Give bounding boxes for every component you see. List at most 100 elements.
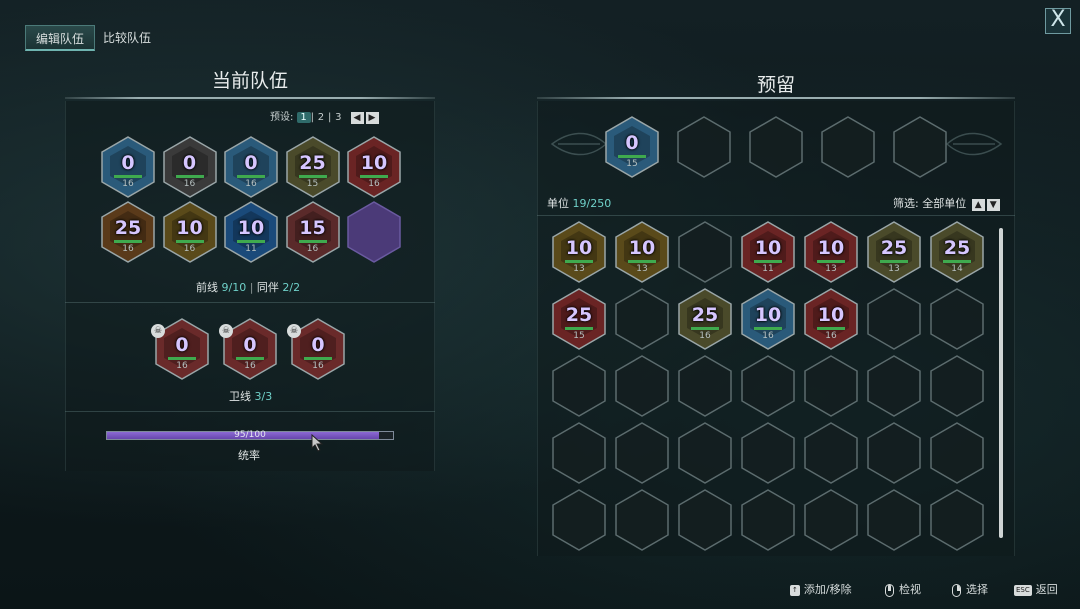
unit-slot[interactable]: 0 16 <box>224 136 278 198</box>
tab-compare-team[interactable]: 比较队伍 <box>93 25 161 51</box>
divider <box>65 411 435 412</box>
empty-unit-slot[interactable] <box>615 422 669 484</box>
unit-slot[interactable]: 10 16 <box>741 288 795 350</box>
empty-unit-slot[interactable] <box>867 422 921 484</box>
empty-unit-slot[interactable] <box>741 422 795 484</box>
unit-slot[interactable]: 0 16 ☠ <box>219 318 277 380</box>
preset-option-2[interactable]: 2 <box>314 112 328 123</box>
empty-unit-slot[interactable] <box>552 489 606 551</box>
unit-value: 10 <box>754 304 782 326</box>
empty-unit-slot[interactable] <box>749 116 803 178</box>
unit-level: 16 <box>699 331 711 341</box>
empty-unit-slot[interactable] <box>552 355 606 417</box>
filter-value[interactable]: 全部单位 <box>922 197 966 210</box>
filter-label: 筛选: <box>893 197 919 210</box>
unit-level: 13 <box>888 264 900 274</box>
preset-next-button[interactable]: ▶ <box>365 112 379 124</box>
hint-back[interactable]: ESC 返回 <box>1014 581 1058 597</box>
empty-unit-slot[interactable] <box>930 288 984 350</box>
unit-health-bar <box>817 260 845 263</box>
hint-add-remove[interactable]: ↑ 添加/移除 <box>790 581 852 597</box>
unit-slot[interactable]: 25 14 <box>930 221 984 283</box>
unit-value: 10 <box>176 217 203 239</box>
unit-slot[interactable]: 0 16 <box>101 136 155 198</box>
unit-value: 25 <box>880 237 908 259</box>
empty-unit-slot[interactable] <box>678 221 732 283</box>
empty-unit-slot[interactable] <box>804 355 858 417</box>
empty-unit-slot[interactable] <box>930 355 984 417</box>
divider <box>65 302 435 303</box>
unit-slot[interactable]: 0 16 <box>162 136 217 198</box>
empty-unit-slot[interactable] <box>930 422 984 484</box>
empty-unit-slot[interactable] <box>867 288 921 350</box>
preset-option-3[interactable]: 3 <box>331 112 345 123</box>
skull-icon: ☠ <box>151 324 165 338</box>
reserve-scrollbar[interactable] <box>999 228 1003 538</box>
empty-unit-slot[interactable] <box>678 489 732 551</box>
preset-prev-button[interactable]: ◀ <box>350 112 364 124</box>
empty-unit-slot[interactable] <box>930 489 984 551</box>
unit-level: 16 <box>176 361 188 371</box>
hint-select[interactable]: 选择 <box>952 581 988 597</box>
preset-option-1[interactable]: 1 <box>296 112 311 123</box>
unit-health-bar <box>175 175 204 178</box>
unit-value: 25 <box>565 304 593 326</box>
filter-down-button[interactable]: ▼ <box>986 199 1000 211</box>
unit-level: 16 <box>368 179 380 189</box>
empty-unit-slot[interactable] <box>867 489 921 551</box>
empty-unit-slot[interactable] <box>741 489 795 551</box>
empty-unit-slot[interactable] <box>893 116 947 178</box>
unit-slot[interactable]: 10 16 <box>804 288 858 350</box>
frontline-count: 9/10 <box>221 281 247 294</box>
divider <box>537 215 1015 216</box>
unit-slot[interactable]: 10 13 <box>615 221 669 283</box>
frontline-counter: 前线 9/10 | 同伴 2/2 <box>196 281 301 294</box>
unit-health-bar <box>817 327 845 330</box>
empty-unit-slot[interactable] <box>552 422 606 484</box>
key-esc-icon: ESC <box>1014 584 1032 596</box>
empty-unit-slot[interactable] <box>347 201 401 263</box>
unit-slot[interactable]: 10 16 <box>347 136 401 198</box>
unit-slot[interactable]: 25 13 <box>867 221 921 283</box>
frontline-label: 前线 <box>196 281 218 294</box>
unit-level: 16 <box>306 244 319 254</box>
unit-slot[interactable]: 25 15 <box>552 288 606 350</box>
unit-slot[interactable]: 25 16 <box>678 288 732 350</box>
guard-label: 卫线 <box>229 390 251 403</box>
unit-slot[interactable]: 10 11 <box>741 221 795 283</box>
hint-inspect[interactable]: 检视 <box>885 581 921 597</box>
unit-value: 0 <box>311 334 325 356</box>
close-button[interactable]: X <box>1045 8 1071 34</box>
unit-slot[interactable]: 25 15 <box>285 136 340 198</box>
command-label: 统率 <box>238 449 260 462</box>
empty-unit-slot[interactable] <box>615 355 669 417</box>
empty-unit-slot[interactable] <box>678 355 732 417</box>
unit-value: 10 <box>817 304 845 326</box>
unit-slot[interactable]: 0 15 <box>605 116 659 178</box>
tab-edit-team[interactable]: 编辑队伍 <box>25 25 96 51</box>
unit-level: 16 <box>183 244 196 254</box>
guard-count: 3/3 <box>254 390 273 403</box>
empty-unit-slot[interactable] <box>615 288 669 350</box>
empty-unit-slot[interactable] <box>615 489 669 551</box>
unit-health-bar <box>880 260 908 263</box>
unit-slot[interactable]: 15 16 <box>285 201 340 263</box>
empty-unit-slot[interactable] <box>867 355 921 417</box>
filter-up-button[interactable]: ▲ <box>971 199 985 211</box>
empty-unit-slot[interactable] <box>804 489 858 551</box>
unit-slot[interactable]: 0 16 ☠ <box>287 318 345 380</box>
empty-unit-slot[interactable] <box>741 355 795 417</box>
unit-slot[interactable]: 0 16 ☠ <box>151 318 209 380</box>
unit-slot[interactable]: 25 16 <box>101 201 155 263</box>
unit-slot[interactable]: 10 11 <box>224 201 278 263</box>
mouse-middle-icon <box>885 583 894 597</box>
unit-level: 16 <box>312 361 324 371</box>
empty-unit-slot[interactable] <box>821 116 875 178</box>
empty-unit-slot[interactable] <box>678 422 732 484</box>
empty-unit-slot[interactable] <box>804 422 858 484</box>
command-value: 95/100 <box>234 430 266 440</box>
empty-unit-slot[interactable] <box>677 116 731 178</box>
unit-slot[interactable]: 10 13 <box>804 221 858 283</box>
unit-slot[interactable]: 10 13 <box>552 221 606 283</box>
unit-slot[interactable]: 10 16 <box>162 201 217 263</box>
